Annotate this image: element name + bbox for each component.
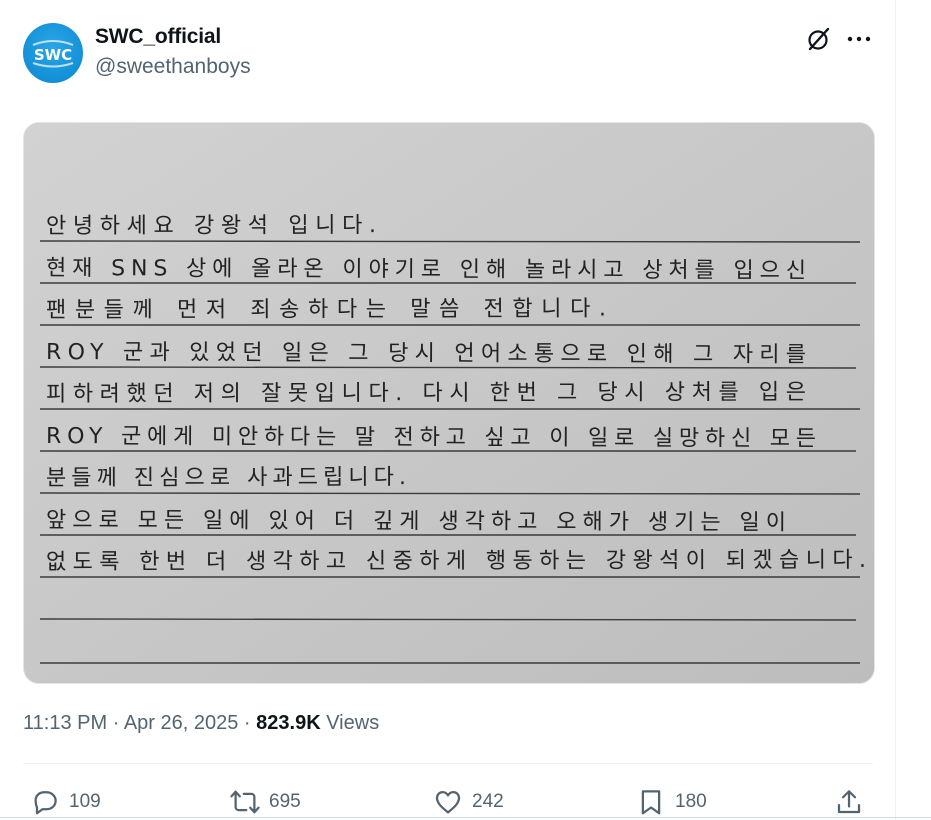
reply-button[interactable]: 109: [30, 785, 101, 819]
views-count[interactable]: 823.9K: [256, 712, 321, 734]
heart-icon: [435, 791, 461, 814]
meta-separator: ·: [243, 712, 251, 734]
ruled-line: [39, 618, 857, 621]
retweet-icon: [230, 790, 260, 814]
ruled-line: [39, 492, 861, 495]
share-button[interactable]: [834, 785, 873, 819]
author-handle[interactable]: @sweethanboys: [95, 55, 251, 79]
letter-line: 앞으로 모든 일에 있어 더 깊게 생각하고 오해가 생기는 일이: [46, 508, 786, 536]
tweet-time[interactable]: 11:13 PM: [23, 712, 107, 734]
author-display-name[interactable]: SWC_official: [95, 25, 221, 49]
reply-icon: [34, 791, 57, 815]
bookmark-count: 180: [675, 791, 707, 812]
column-divider: [895, 0, 896, 820]
reply-count: 109: [69, 791, 101, 812]
tweet-photo[interactable]: 안녕하세요 강왕석 입니다. 현재 SNS 상에 올라온 이야기로 인해 놀라시고…: [23, 122, 875, 684]
meta-divider: [23, 763, 873, 764]
share-icon: [837, 790, 861, 814]
retweet-button[interactable]: 695: [230, 785, 301, 819]
bookmark-button[interactable]: 180: [636, 785, 707, 819]
letter-line: 분들께 진심으로 사과드립니다.: [46, 465, 406, 491]
like-count: 242: [472, 791, 504, 812]
meta-separator: ·: [112, 712, 120, 734]
tweet-meta: 11:13 PM · Apr 26, 2025 · 823.9K Views: [23, 712, 379, 735]
more-icon[interactable]: [845, 25, 873, 53]
views-label: Views: [326, 712, 380, 734]
like-button[interactable]: 242: [433, 785, 504, 819]
avatar[interactable]: SWC: [23, 23, 83, 83]
bookmark-icon: [641, 790, 661, 815]
grok-icon[interactable]: [805, 25, 833, 53]
retweet-count: 695: [269, 791, 301, 812]
tweet-date[interactable]: Apr 26, 2025: [124, 712, 239, 734]
swc-logo-icon: SWC: [32, 40, 74, 68]
handwritten-letter: 안녕하세요 강왕석 입니다.현재 SNS 상에 올라온 이야기로 인해 놀라시고…: [24, 123, 874, 683]
avatar-logo-text: SWC: [34, 46, 72, 64]
letter-line: 없도록 한번 더 생각하고 신중하게 행동하는 강왕석이 되겠습니다.: [46, 548, 866, 575]
letter-line: 피하려했던 저의 잘못입니다. 다시 한번 그 당시 상처를 입은: [46, 380, 806, 407]
letter-line: ROY 군과 있었던 일은 그 당시 언어소통으로 인해 그 자리를: [46, 340, 806, 368]
